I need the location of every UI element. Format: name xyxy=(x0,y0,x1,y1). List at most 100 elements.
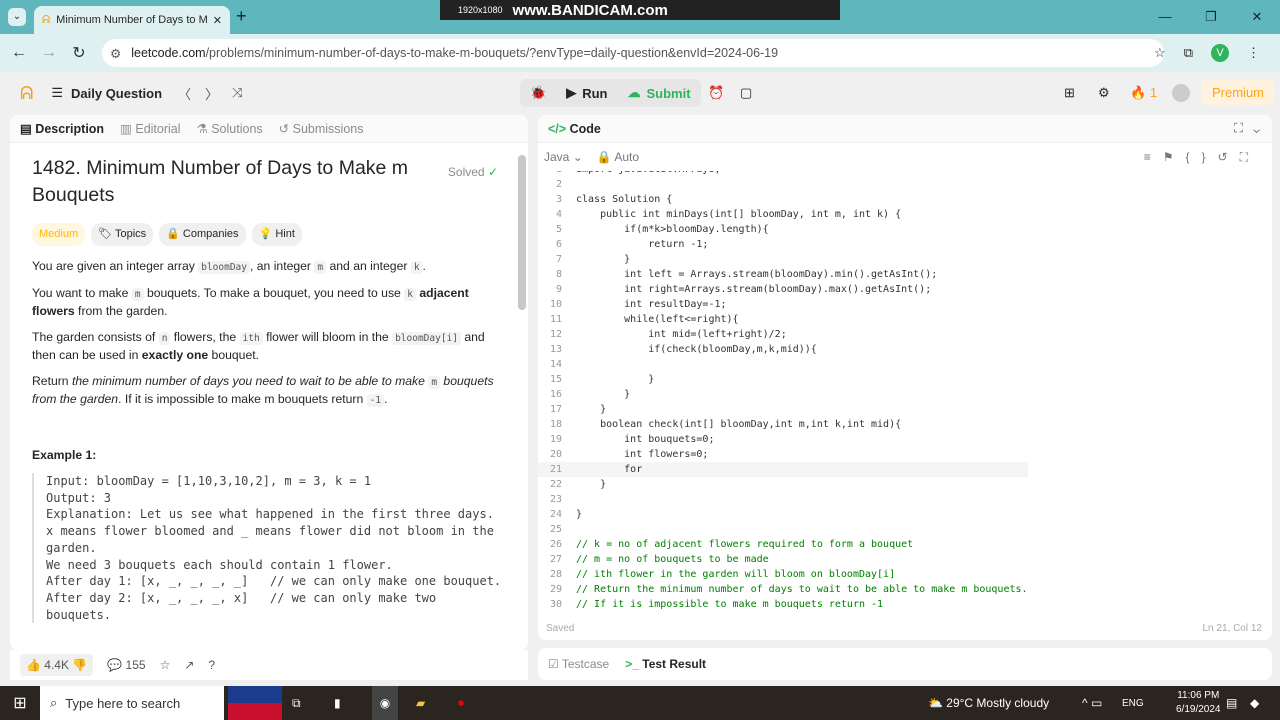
like-button[interactable]: 👍 4.4K 👎 xyxy=(20,654,94,676)
code-line[interactable]: 4 public int minDays(int[] bloomDay, int… xyxy=(538,207,1028,222)
code-line[interactable]: 9 int right=Arrays.stream(bloomDay).max(… xyxy=(538,282,1028,297)
fullscreen-icon[interactable]: ⛶ ⌄ xyxy=(1234,121,1260,136)
leetcode-navbar: ᕱ ☰ Daily Question 〈 〉 ⤨ 🐞 ▶ Run ☁ Submi… xyxy=(0,72,1280,114)
leetcode-logo[interactable]: ᕱ xyxy=(20,83,33,104)
back-button[interactable]: ← xyxy=(4,44,34,62)
close-window-button[interactable]: ✕ xyxy=(1234,0,1280,34)
prev-question-button[interactable]: 〈 xyxy=(178,84,191,103)
example-block: Input: bloomDay = [1,10,3,10,2], m = 3, … xyxy=(32,473,506,624)
maximize-button[interactable]: ❐ xyxy=(1188,0,1234,34)
code-line[interactable]: 10 int resultDay=-1; xyxy=(538,297,1028,312)
language-select[interactable]: Java ⌄ xyxy=(544,150,583,164)
tab-solutions[interactable]: ⚗ Solutions xyxy=(197,121,263,136)
task-view-icon[interactable]: ⧉ xyxy=(292,696,301,711)
code-line[interactable]: 7 } xyxy=(538,252,1028,267)
code-line[interactable]: 3 class Solution { xyxy=(538,192,1028,207)
code-editor[interactable]: 1import java.util.Arrays;23class Solutio… xyxy=(538,171,1272,618)
tab-search-button[interactable]: ⌄ xyxy=(8,8,26,26)
copilot-icon[interactable]: ◆ xyxy=(1250,696,1259,710)
code-tab[interactable]: </> Code xyxy=(548,122,601,136)
code-line[interactable]: 16 } xyxy=(538,387,1028,402)
code-line[interactable]: 8 int left = Arrays.stream(bloomDay).min… xyxy=(538,267,1028,282)
code-line[interactable]: 23 xyxy=(538,492,1028,507)
app-icon[interactable]: ▮ xyxy=(334,696,341,710)
code-line[interactable]: 24} xyxy=(538,507,1028,522)
code-line[interactable]: 14 xyxy=(538,357,1028,372)
notes-icon[interactable]: ▢ xyxy=(740,85,752,101)
code-line[interactable]: 12 int mid=(left+right)/2; xyxy=(538,327,1028,342)
chrome-icon[interactable]: ◉ xyxy=(372,686,398,720)
code-line[interactable]: 15 } xyxy=(538,372,1028,387)
comments-button[interactable]: 💬 155 xyxy=(107,658,145,672)
editor-tools[interactable]: ≡⚑{}↺⛶ xyxy=(1144,150,1260,165)
streak-counter[interactable]: 🔥 1 xyxy=(1130,85,1157,101)
favorite-star-icon[interactable]: ☆ xyxy=(160,658,171,672)
timer-icon[interactable]: ⏰ xyxy=(708,85,724,101)
daily-question-link[interactable]: Daily Question xyxy=(71,86,162,101)
bookmark-star-icon[interactable]: ☆ xyxy=(1154,45,1166,61)
text-segment: . If it is impossible to make m bouquets… xyxy=(118,392,367,406)
file-explorer-icon[interactable]: ▰ xyxy=(416,696,425,710)
code-line[interactable]: 2 xyxy=(538,177,1028,192)
premium-button[interactable]: Premium xyxy=(1202,80,1275,105)
url-input[interactable]: ⚙ leetcode.com/problems/minimum-number-o… xyxy=(102,39,1164,67)
submit-button[interactable]: ☁ Submit xyxy=(617,79,700,107)
extensions-icon[interactable]: ⧉ xyxy=(1184,45,1193,61)
run-button[interactable]: ▶ Run xyxy=(556,79,617,107)
auto-mode[interactable]: 🔒 Auto xyxy=(597,150,639,164)
browser-menu-icon[interactable]: ⋮ xyxy=(1247,45,1260,61)
language-indicator[interactable]: ENG xyxy=(1122,698,1144,709)
bandicam-icon[interactable]: ⏺ xyxy=(458,696,464,711)
tab-submissions[interactable]: ↺ Submissions xyxy=(279,121,364,136)
profile-avatar[interactable]: V xyxy=(1211,44,1229,62)
code-line[interactable]: 17 } xyxy=(538,402,1028,417)
help-icon[interactable]: ? xyxy=(208,658,215,672)
tab-editorial[interactable]: ▥ Editorial xyxy=(120,121,180,136)
start-button[interactable]: ⊞ xyxy=(0,693,40,713)
code-line[interactable]: 13 if(check(bloomDay,m,k,mid)){ xyxy=(538,342,1028,357)
code-line[interactable]: 25 xyxy=(538,522,1028,537)
next-question-button[interactable]: 〉 xyxy=(205,84,218,103)
testcase-tab[interactable]: ☑ Testcase xyxy=(548,657,609,671)
taskbar-search[interactable]: ⌕ Type here to search xyxy=(40,686,224,720)
new-tab-button[interactable]: + xyxy=(236,6,247,27)
close-tab-icon[interactable]: ✕ xyxy=(213,14,222,27)
debug-icon[interactable]: 🐞 xyxy=(520,79,556,107)
forward-button[interactable]: → xyxy=(34,44,64,62)
user-avatar[interactable] xyxy=(1172,84,1190,102)
code-line[interactable]: 22 } xyxy=(538,477,1028,492)
code-line[interactable]: 11 while(left<=right){ xyxy=(538,312,1028,327)
companies-tag[interactable]: 🔒 Companies xyxy=(159,223,246,246)
weather-widget[interactable]: ⛅ 29°C Mostly cloudy xyxy=(928,696,1049,710)
hint-tag[interactable]: 💡 Hint xyxy=(251,223,302,246)
code-line[interactable]: 30 // If it is impossible to make m bouqu… xyxy=(538,597,1028,612)
notifications-icon[interactable]: ▤ xyxy=(1226,696,1237,710)
minimize-button[interactable]: — xyxy=(1142,0,1188,34)
code-line[interactable]: 28 // ith flower in the garden will bloom… xyxy=(538,567,1028,582)
topics-tag[interactable]: 🏷 Topics xyxy=(91,223,154,246)
code-line[interactable]: 29 // Return the minimum number of days t… xyxy=(538,582,1028,597)
share-icon[interactable]: ↗ xyxy=(184,658,194,672)
tray-chevron[interactable]: ^ ▭ xyxy=(1082,696,1102,710)
settings-icon[interactable]: ⚙ xyxy=(1098,85,1110,101)
layout-icon[interactable]: ⊞ xyxy=(1064,85,1075,101)
site-info-icon[interactable]: ⚙ xyxy=(110,46,121,61)
code-line[interactable]: 19 int bouquets=0; xyxy=(538,432,1028,447)
code-text: // Return the minimum number of days to … xyxy=(576,584,1028,595)
code-line[interactable]: 6 return -1; xyxy=(538,237,1028,252)
code-line[interactable]: 5 if(m*k>bloomDay.length){ xyxy=(538,222,1028,237)
code-line[interactable]: 26 // k = no of adjacent flowers required… xyxy=(538,537,1028,552)
test-result-tab[interactable]: >_ Test Result xyxy=(625,657,706,671)
reload-button[interactable]: ↻ xyxy=(64,43,94,63)
code-line[interactable]: 27 // m = no of bouquets to be made xyxy=(538,552,1028,567)
clock[interactable]: 11:06 PM 6/19/2024 xyxy=(1176,689,1221,717)
paragraph: You are given an integer array bloomDay,… xyxy=(32,258,506,276)
tab-description[interactable]: ▤ Description xyxy=(20,121,104,136)
shuffle-icon[interactable]: ⤨ xyxy=(232,85,242,101)
flag-icon[interactable] xyxy=(228,686,282,720)
browser-tab[interactable]: ᕱ Minimum Number of Days to M ✕ xyxy=(34,6,230,34)
description-scrollbar[interactable] xyxy=(518,155,526,310)
code-line[interactable]: 18 boolean check(int[] bloomDay,int m,in… xyxy=(538,417,1028,432)
code-line[interactable]: 21 for xyxy=(538,462,1028,477)
code-line[interactable]: 20 int flowers=0; xyxy=(538,447,1028,462)
